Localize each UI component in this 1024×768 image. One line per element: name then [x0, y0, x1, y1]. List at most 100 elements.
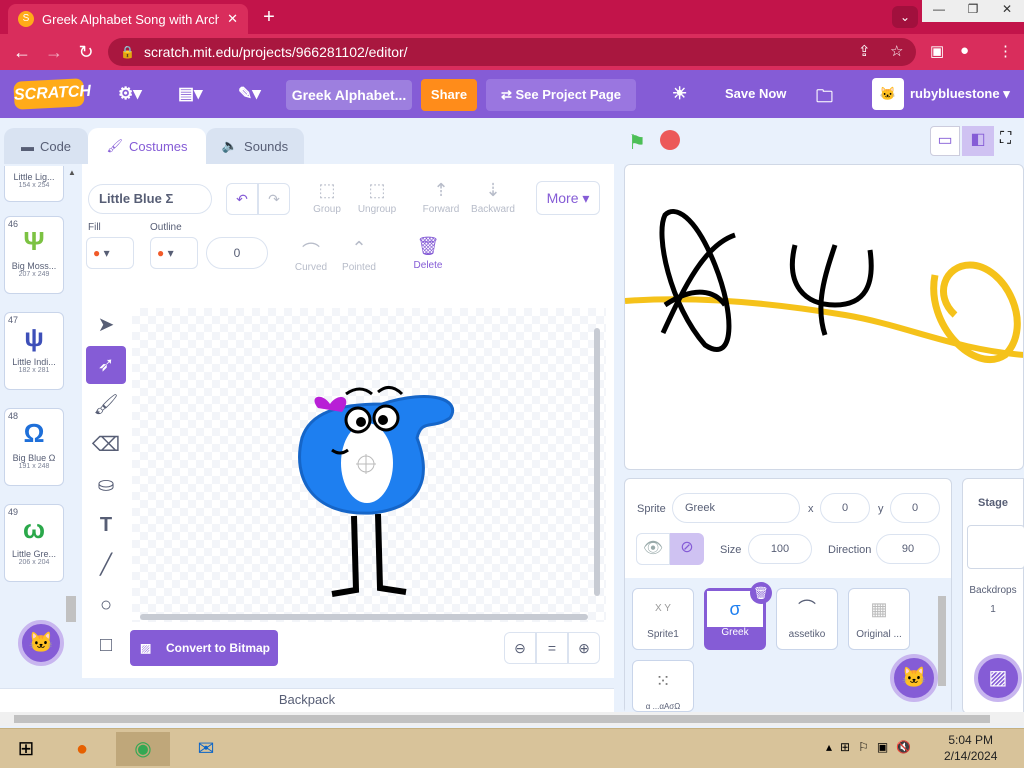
sprite-name-input[interactable]: Greek — [672, 493, 800, 523]
undo-button[interactable]: ↶ — [226, 183, 258, 215]
sprite-tile[interactable]: ▦ Original ... — [848, 588, 910, 650]
text-tool-icon[interactable]: T — [86, 506, 126, 544]
normal-stage-button[interactable]: ◧ — [962, 126, 994, 156]
edit-menu-icon[interactable]: ✎▾ — [238, 84, 261, 104]
select-tool-icon[interactable]: ➤ — [86, 306, 126, 344]
costume-list-scrollbar[interactable] — [66, 596, 76, 622]
backward-button[interactable]: ⇣ Backward — [468, 180, 518, 215]
sprite-tile[interactable]: ⌒ assetiko — [776, 588, 838, 650]
fullscreen-icon[interactable]: ⛶ — [1000, 130, 1011, 148]
project-title-field[interactable]: Greek Alphabet... — [286, 80, 412, 110]
circle-tool-icon[interactable]: ○ — [86, 586, 126, 624]
rectangle-tool-icon[interactable]: □ — [86, 626, 126, 664]
page-horizontal-scrollbar[interactable] — [0, 712, 1024, 726]
size-input[interactable]: 100 — [748, 534, 812, 564]
canvas-horizontal-scrollbar[interactable] — [140, 614, 588, 620]
back-icon[interactable]: ← — [10, 42, 34, 63]
forward-button[interactable]: ⇡ Forward — [416, 180, 466, 215]
see-project-page-button[interactable]: ⇄ See Project Page — [486, 79, 636, 111]
windows-start-icon[interactable]: ⊞ — [6, 732, 46, 766]
sprite-list-scrollbar[interactable] — [938, 596, 946, 686]
direction-input[interactable]: 90 — [876, 534, 940, 564]
tab-search-button[interactable]: ⌄ — [892, 6, 918, 28]
reshape-tool-icon[interactable]: ➶ — [86, 346, 126, 384]
side-panel-icon[interactable]: ▣ — [930, 42, 944, 60]
profile-icon[interactable]: ● — [960, 42, 969, 59]
outline-color-picker[interactable]: ● ▾ — [150, 237, 198, 269]
hide-sprite-button[interactable]: ⊘ — [670, 533, 704, 565]
share-page-icon[interactable]: ⇪ — [858, 42, 871, 60]
scratch-logo[interactable]: SCRATCH — [13, 78, 91, 110]
close-window-button[interactable]: ✕ — [990, 0, 1024, 18]
outlook-icon[interactable]: ✉ — [186, 732, 226, 766]
forward-icon[interactable]: → — [42, 42, 66, 63]
curved-button[interactable]: ⌒ Curved — [286, 238, 336, 273]
scrollbar-thumb[interactable] — [14, 715, 990, 723]
stage[interactable] — [624, 164, 1024, 470]
costume-tile[interactable]: 47 ψ Little Indi... 182 x 281 — [4, 312, 64, 390]
canvas-vertical-scrollbar[interactable] — [594, 328, 600, 596]
costume-tile[interactable]: 46 Ψ Big Moss... 207 x 249 — [4, 216, 64, 294]
group-button[interactable]: ⬚ Group — [302, 180, 352, 215]
firefox-icon[interactable]: ● — [62, 732, 102, 766]
convert-to-bitmap-button[interactable]: ▨ Convert to Bitmap — [130, 630, 278, 666]
costume-name-field[interactable]: Little Blue Σ — [88, 184, 212, 214]
choose-costume-button[interactable]: 🐱 — [18, 620, 64, 666]
small-stage-button[interactable]: ▭ — [930, 126, 960, 156]
chrome-icon[interactable]: ◉ — [116, 732, 170, 766]
delete-sprite-icon[interactable]: 🗑 — [750, 582, 772, 604]
sprite-tile[interactable]: X Y Sprite1 — [632, 588, 694, 650]
new-tab-button[interactable]: + — [256, 6, 282, 30]
redo-button[interactable]: ↷ — [258, 183, 290, 215]
paint-canvas[interactable] — [132, 308, 606, 622]
pointed-button[interactable]: ⌃ Pointed — [334, 238, 384, 273]
url-field[interactable]: 🔒 scratch.mit.edu/projects/966281102/edi… — [108, 38, 916, 66]
backpack[interactable]: Backpack — [0, 688, 614, 712]
scroll-up-arrow-icon[interactable]: ▲ — [68, 168, 76, 177]
file-menu-icon[interactable]: ▤▾ — [178, 84, 203, 104]
restore-button[interactable]: ❐ — [956, 0, 990, 18]
sprite-tile[interactable]: ⁙ α ...αAσΩ — [632, 660, 694, 712]
chrome-menu-icon[interactable]: ⋮ — [998, 42, 1013, 60]
zoom-reset-button[interactable]: = — [536, 632, 568, 664]
costume-tile[interactable]: Little Lig... 154 x 254 — [4, 166, 64, 202]
tab-costumes[interactable]: 🖌 Costumes — [88, 128, 206, 164]
x-input[interactable]: 0 — [820, 493, 870, 523]
reload-icon[interactable]: ↻ — [74, 42, 98, 63]
stroke-width-input[interactable]: 0 — [206, 237, 268, 269]
costume-tile[interactable]: 49 ω Little Gre... 206 x 204 — [4, 504, 64, 582]
share-button[interactable]: Share — [421, 79, 477, 111]
ungroup-label: Ungroup — [357, 204, 397, 215]
costume-tile[interactable]: 48 Ω Big Blue Ω 191 x 248 — [4, 408, 64, 486]
username[interactable]: rubybluestone ▾ — [910, 86, 1010, 102]
more-button[interactable]: More ▾ — [536, 181, 600, 215]
choose-sprite-button[interactable]: 🐱 — [890, 654, 938, 702]
choose-backdrop-button[interactable]: ▨ — [974, 654, 1022, 702]
save-now-button[interactable]: Save Now — [725, 86, 786, 101]
eraser-tool-icon[interactable]: ⌫ — [86, 426, 126, 464]
delete-button[interactable]: 🗑 Delete — [408, 236, 448, 271]
close-tab-icon[interactable]: ✕ — [227, 11, 238, 27]
my-stuff-folder-icon[interactable]: 🗀 — [816, 84, 833, 113]
stop-sign-icon[interactable] — [660, 130, 680, 150]
fill-color-picker[interactable]: ● ▾ — [86, 237, 134, 269]
brush-tool-icon[interactable]: 🖌 — [86, 386, 126, 424]
avatar[interactable]: 🐱 — [872, 78, 904, 110]
fill-bucket-tool-icon[interactable]: ⛀ — [86, 466, 126, 504]
zoom-out-button[interactable]: ⊖ — [504, 632, 536, 664]
browser-tab[interactable]: S Greek Alphabet Song with Archa ✕ — [8, 4, 248, 34]
green-flag-icon[interactable]: ⚑ — [628, 130, 646, 155]
settings-gear-icon[interactable]: ⚙▾ — [118, 84, 142, 104]
theme-bulb-icon[interactable]: ☀ — [672, 84, 687, 104]
tab-sounds[interactable]: 🔈 Sounds — [206, 128, 304, 164]
system-tray-icons[interactable]: ▴⊞⚐▣🔇 — [826, 740, 919, 754]
show-sprite-button[interactable]: 👁 — [636, 533, 670, 565]
minimize-button[interactable]: — — [922, 0, 956, 18]
bookmark-star-icon[interactable]: ☆ — [890, 42, 903, 60]
tab-code[interactable]: ▬ Code — [4, 128, 88, 164]
ungroup-button[interactable]: ⬚ Ungroup — [352, 180, 402, 215]
line-tool-icon[interactable]: ╱ — [86, 546, 126, 584]
taskbar-clock[interactable]: 5:04 PM 2/14/2024 — [944, 732, 997, 764]
y-input[interactable]: 0 — [890, 493, 940, 523]
zoom-in-button[interactable]: ⊕ — [568, 632, 600, 664]
